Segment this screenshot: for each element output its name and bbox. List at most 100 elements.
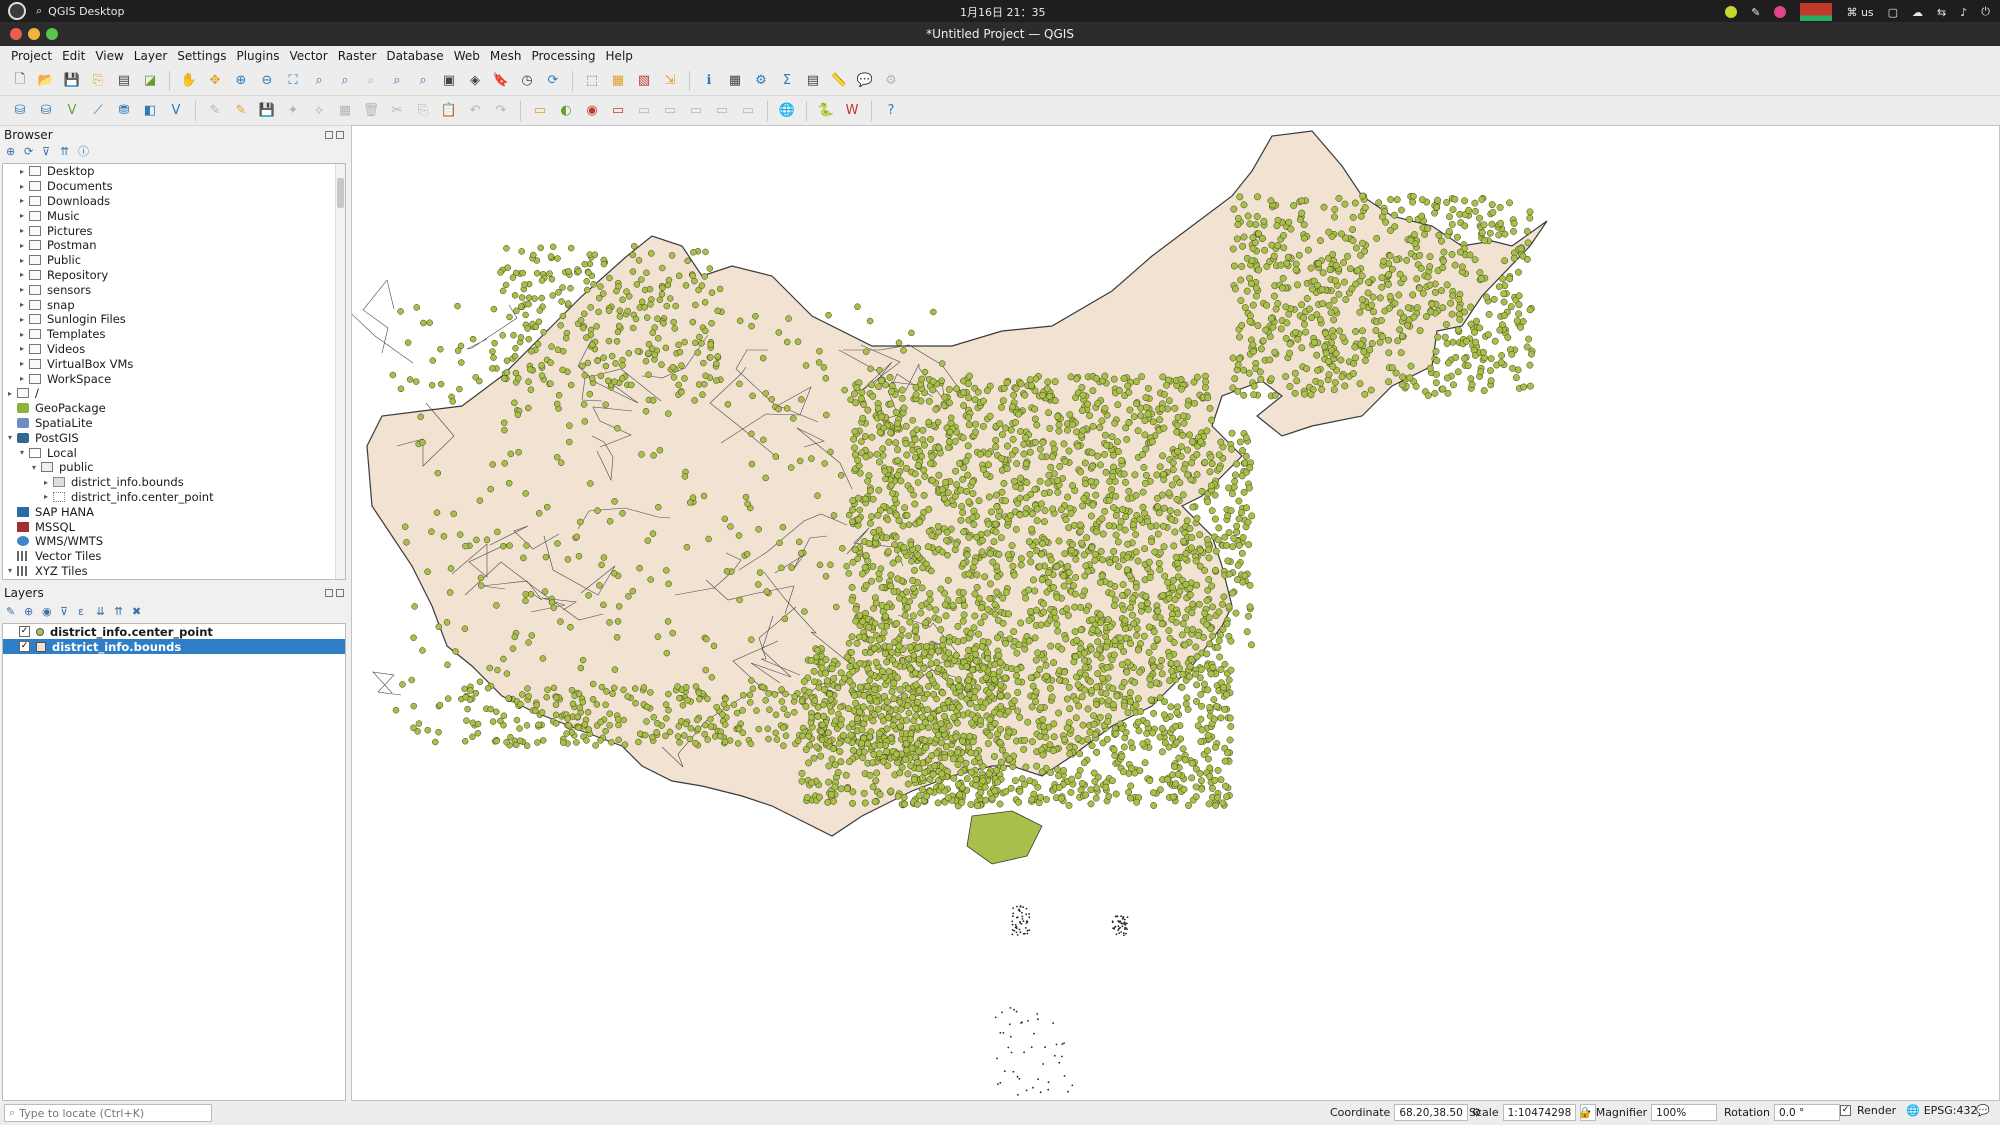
layer-visibility-checkbox[interactable]: ✓	[19, 641, 30, 652]
close-panel-icon[interactable]	[336, 589, 344, 597]
zoom-native-icon[interactable]: ⌕	[361, 71, 381, 91]
print-layout-icon[interactable]: ▤	[114, 71, 134, 91]
volume-icon[interactable]: ♪	[1960, 6, 1967, 19]
expand-arrow-icon[interactable]: ▸	[17, 241, 27, 250]
expand-arrow-icon[interactable]: ▸	[17, 374, 27, 383]
browser-item[interactable]: ▸ Sunlogin Files	[3, 312, 345, 327]
clock[interactable]: 1月16日 21：35	[960, 4, 1046, 20]
add-postgis-layer-icon[interactable]: ⛃	[114, 101, 134, 121]
network-icon[interactable]: ⇆	[1937, 6, 1946, 19]
vertex-tool-icon[interactable]: ⟡	[309, 101, 329, 121]
layer-visibility-checkbox[interactable]: ✓	[19, 626, 30, 637]
delete-selected-icon[interactable]: 🗑	[361, 101, 381, 121]
layers-tree[interactable]: ✓ district_info.center_point ✓ district_…	[2, 623, 346, 1101]
zoom-next-icon[interactable]: ⌕	[413, 71, 433, 91]
collapse-all-icon[interactable]: ⇈	[60, 146, 72, 158]
rotate-label-icon[interactable]: ▭	[660, 101, 680, 121]
save-edits-icon[interactable]: 💾	[257, 101, 277, 121]
browser-item[interactable]: ▸ Music	[3, 208, 345, 223]
expand-arrow-icon[interactable]: ▾	[5, 433, 15, 442]
browser-scrollbar[interactable]	[335, 164, 345, 579]
add-vector-layer-icon[interactable]: V	[62, 101, 82, 121]
clipboard-icon[interactable]: ▢	[1888, 6, 1898, 19]
expand-arrow-icon[interactable]: ▸	[17, 300, 27, 309]
new-3d-view-icon[interactable]: ◈	[465, 71, 485, 91]
open-project-icon[interactable]: 📂	[36, 71, 56, 91]
add-selected-layers-icon[interactable]: ⊕	[6, 146, 18, 158]
cut-features-icon[interactable]: ✂	[387, 101, 407, 121]
expand-arrow-icon[interactable]: ▸	[17, 167, 27, 176]
float-panel-icon[interactable]	[325, 589, 333, 597]
select-by-value-icon[interactable]: ▦	[608, 71, 628, 91]
move-label-icon[interactable]: ▭	[634, 101, 654, 121]
menu-web[interactable]: Web	[449, 49, 485, 63]
pan-icon[interactable]: ✋	[179, 71, 199, 91]
menu-plugins[interactable]: Plugins	[231, 49, 284, 63]
toggle-editing-icon[interactable]: ✎	[231, 101, 251, 121]
current-edits-icon[interactable]: ✎	[205, 101, 225, 121]
browser-item[interactable]: ▸ Downloads	[3, 194, 345, 209]
menu-settings[interactable]: Settings	[172, 49, 231, 63]
browser-item[interactable]: GeoPackage	[3, 401, 345, 416]
annotation-icon[interactable]: ⚙	[881, 71, 901, 91]
tray-app-icon[interactable]	[1725, 6, 1738, 18]
attribute-table-icon[interactable]: ▦	[725, 71, 745, 91]
menu-raster[interactable]: Raster	[333, 49, 382, 63]
statistics-icon[interactable]: Σ	[777, 71, 797, 91]
browser-item[interactable]: SAP HANA	[3, 504, 345, 519]
modify-attributes-icon[interactable]: ▦	[335, 101, 355, 121]
menu-help[interactable]: Help	[601, 49, 638, 63]
expand-arrow-icon[interactable]: ▸	[17, 285, 27, 294]
browser-item[interactable]: ▸ Postman	[3, 238, 345, 253]
bookmark-icon[interactable]: 🔖	[491, 71, 511, 91]
tray-app-icon-2[interactable]	[1774, 6, 1787, 18]
browser-item[interactable]: ▾ Local	[3, 445, 345, 460]
pan-to-selection-icon[interactable]: ✥	[205, 71, 225, 91]
expand-arrow-icon[interactable]: ▾	[17, 448, 27, 457]
activities-icon[interactable]	[8, 2, 26, 20]
zoom-selection-icon[interactable]: ⌕	[309, 71, 329, 91]
save-project-icon[interactable]: 💾	[62, 71, 82, 91]
filter-browser-icon[interactable]: ⊽	[42, 146, 54, 158]
close-window-button[interactable]	[10, 28, 22, 40]
remove-layer-icon[interactable]: ✖	[132, 606, 144, 618]
pin-labels-icon[interactable]: ◉	[582, 101, 602, 121]
expand-arrow-icon[interactable]: ▸	[17, 344, 27, 353]
menu-view[interactable]: View	[90, 49, 128, 63]
zoom-out-icon[interactable]: ⊖	[257, 71, 277, 91]
label-props-icon[interactable]: ▭	[712, 101, 732, 121]
copy-features-icon[interactable]: ⎘	[413, 101, 433, 121]
browser-item[interactable]: Vector Tiles	[3, 549, 345, 564]
maximize-window-button[interactable]	[46, 28, 58, 40]
add-virtual-layer-icon[interactable]: V	[166, 101, 186, 121]
style-manager-icon[interactable]: ◪	[140, 71, 160, 91]
quickmapservices-icon[interactable]: 🌐	[777, 101, 797, 121]
expand-arrow-icon[interactable]: ▸	[41, 492, 51, 501]
browser-item[interactable]: ▾ XYZ Tiles	[3, 564, 345, 579]
menu-mesh[interactable]: Mesh	[485, 49, 527, 63]
map-render[interactable]	[352, 126, 2000, 1101]
cloud-icon[interactable]: ☁	[1912, 6, 1923, 19]
expand-arrow-icon[interactable]: ▸	[17, 211, 27, 220]
help-icon[interactable]: ?	[881, 101, 901, 121]
zoom-layer-icon[interactable]: ⌕	[335, 71, 355, 91]
browser-item[interactable]: ▸ Public	[3, 253, 345, 268]
menu-edit[interactable]: Edit	[57, 49, 90, 63]
paste-features-icon[interactable]: 📋	[439, 101, 459, 121]
measure-icon[interactable]: 📏	[829, 71, 849, 91]
expand-arrow-icon[interactable]: ▸	[17, 196, 27, 205]
menu-project[interactable]: Project	[6, 49, 57, 63]
minimize-window-button[interactable]	[28, 28, 40, 40]
layer-labeling-icon[interactable]: ◐	[556, 101, 576, 121]
active-app-menu[interactable]: ⌕ QGIS Desktop	[36, 4, 124, 18]
browser-item[interactable]: ▸ Templates	[3, 327, 345, 342]
expand-arrow-icon[interactable]: ▸	[17, 330, 27, 339]
browser-item[interactable]: ▸ Repository	[3, 268, 345, 283]
expand-arrow-icon[interactable]: ▸	[17, 359, 27, 368]
add-feature-icon[interactable]: ✦	[283, 101, 303, 121]
browser-item[interactable]: SpatiaLite	[3, 416, 345, 431]
python-console-icon[interactable]: 🐍	[816, 101, 836, 121]
layer-item-center-point[interactable]: ✓ district_info.center_point	[3, 624, 345, 639]
menu-processing[interactable]: Processing	[526, 49, 600, 63]
menu-layer[interactable]: Layer	[129, 49, 172, 63]
